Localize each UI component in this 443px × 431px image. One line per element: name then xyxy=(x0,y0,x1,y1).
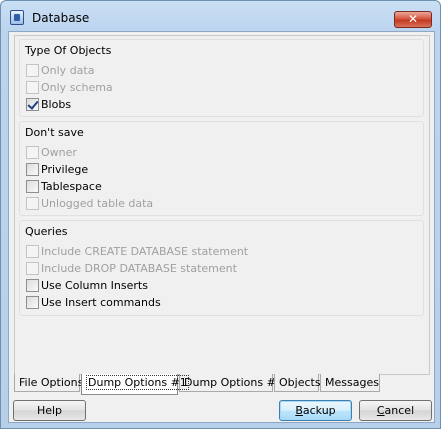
tab-messages[interactable]: Messages xyxy=(320,374,380,392)
button-label: ackup xyxy=(302,404,336,417)
group-type-of-objects: Type Of Objects Only data Only schema Bl… xyxy=(19,39,424,117)
tab-label: File Options xyxy=(19,376,84,389)
option-blobs[interactable]: Blobs xyxy=(26,96,71,112)
window-title: Database xyxy=(32,11,90,25)
backup-button[interactable]: Backup xyxy=(279,400,352,421)
checkbox[interactable] xyxy=(26,179,39,193)
title-bar[interactable]: Database ✕ xyxy=(1,1,440,31)
tab-label: Objects xyxy=(279,376,321,389)
option-label: Tablespace xyxy=(41,179,102,193)
tab-file-options[interactable]: File Options xyxy=(14,374,84,392)
close-button[interactable]: ✕ xyxy=(394,11,432,28)
option-label: Only schema xyxy=(41,80,113,94)
option-privilege[interactable]: Privilege xyxy=(26,161,88,177)
button-label: Help xyxy=(36,404,63,417)
option-label: Blobs xyxy=(41,97,72,111)
option-label: Privilege xyxy=(41,162,89,176)
dialog-window: Database ✕ Type Of Objects Only data Onl… xyxy=(0,0,441,429)
checkbox[interactable] xyxy=(26,145,39,159)
checkbox[interactable] xyxy=(26,80,39,94)
cancel-button[interactable]: Cancel xyxy=(359,400,432,421)
checkbox[interactable] xyxy=(26,295,39,309)
group-queries: Queries Include CREATE DATABASE statemen… xyxy=(19,220,424,316)
group-title: Type Of Objects xyxy=(25,44,112,57)
tab-page-dump-options-1: Type Of Objects Only data Only schema Bl… xyxy=(14,35,430,375)
help-button[interactable]: Help xyxy=(13,400,86,421)
button-mnemonic: C xyxy=(376,404,385,417)
option-only-schema[interactable]: Only schema xyxy=(26,79,113,95)
checkbox[interactable] xyxy=(26,162,39,176)
button-label: ancel xyxy=(384,404,415,417)
option-label: Use Insert commands xyxy=(41,295,161,309)
database-icon xyxy=(10,10,24,25)
checkbox[interactable] xyxy=(26,196,39,210)
option-label: Include DROP DATABASE statement xyxy=(41,261,237,275)
checkbox[interactable] xyxy=(26,97,39,111)
checkbox[interactable] xyxy=(26,278,39,292)
group-dont-save: Don't save Owner Privilege Tablespace Un… xyxy=(19,121,424,216)
option-label: Use Column Inserts xyxy=(41,278,148,292)
option-only-data[interactable]: Only data xyxy=(26,62,94,78)
option-label: Only data xyxy=(41,63,95,77)
option-owner[interactable]: Owner xyxy=(26,144,77,160)
option-unlogged-table-data[interactable]: Unlogged table data xyxy=(26,195,153,211)
tab-dump-options-1[interactable]: Dump Options #1 xyxy=(81,374,189,395)
group-title: Don't save xyxy=(25,126,84,139)
option-label: Owner xyxy=(41,145,77,159)
tab-label: Dump Options #2 xyxy=(184,376,283,389)
option-use-column-inserts[interactable]: Use Column Inserts xyxy=(26,277,148,293)
option-label: Unlogged table data xyxy=(41,196,154,210)
option-use-insert-commands[interactable]: Use Insert commands xyxy=(26,294,161,310)
tab-objects[interactable]: Objects xyxy=(274,374,321,392)
option-include-drop-database[interactable]: Include DROP DATABASE statement xyxy=(26,260,237,276)
option-label: Include CREATE DATABASE statement xyxy=(41,244,249,258)
checkbox[interactable] xyxy=(26,244,39,258)
checkbox[interactable] xyxy=(26,63,39,77)
group-title: Queries xyxy=(25,225,68,238)
tab-label: Dump Options #1 xyxy=(86,375,189,390)
checkbox[interactable] xyxy=(26,261,39,275)
option-tablespace[interactable]: Tablespace xyxy=(26,178,102,194)
tab-label: Messages xyxy=(325,376,379,389)
tab-dump-options-2[interactable]: Dump Options #2 xyxy=(179,374,283,392)
button-mnemonic: B xyxy=(295,404,303,417)
option-include-create-database[interactable]: Include CREATE DATABASE statement xyxy=(26,243,248,259)
dialog-client-area: Type Of Objects Only data Only schema Bl… xyxy=(8,31,435,423)
